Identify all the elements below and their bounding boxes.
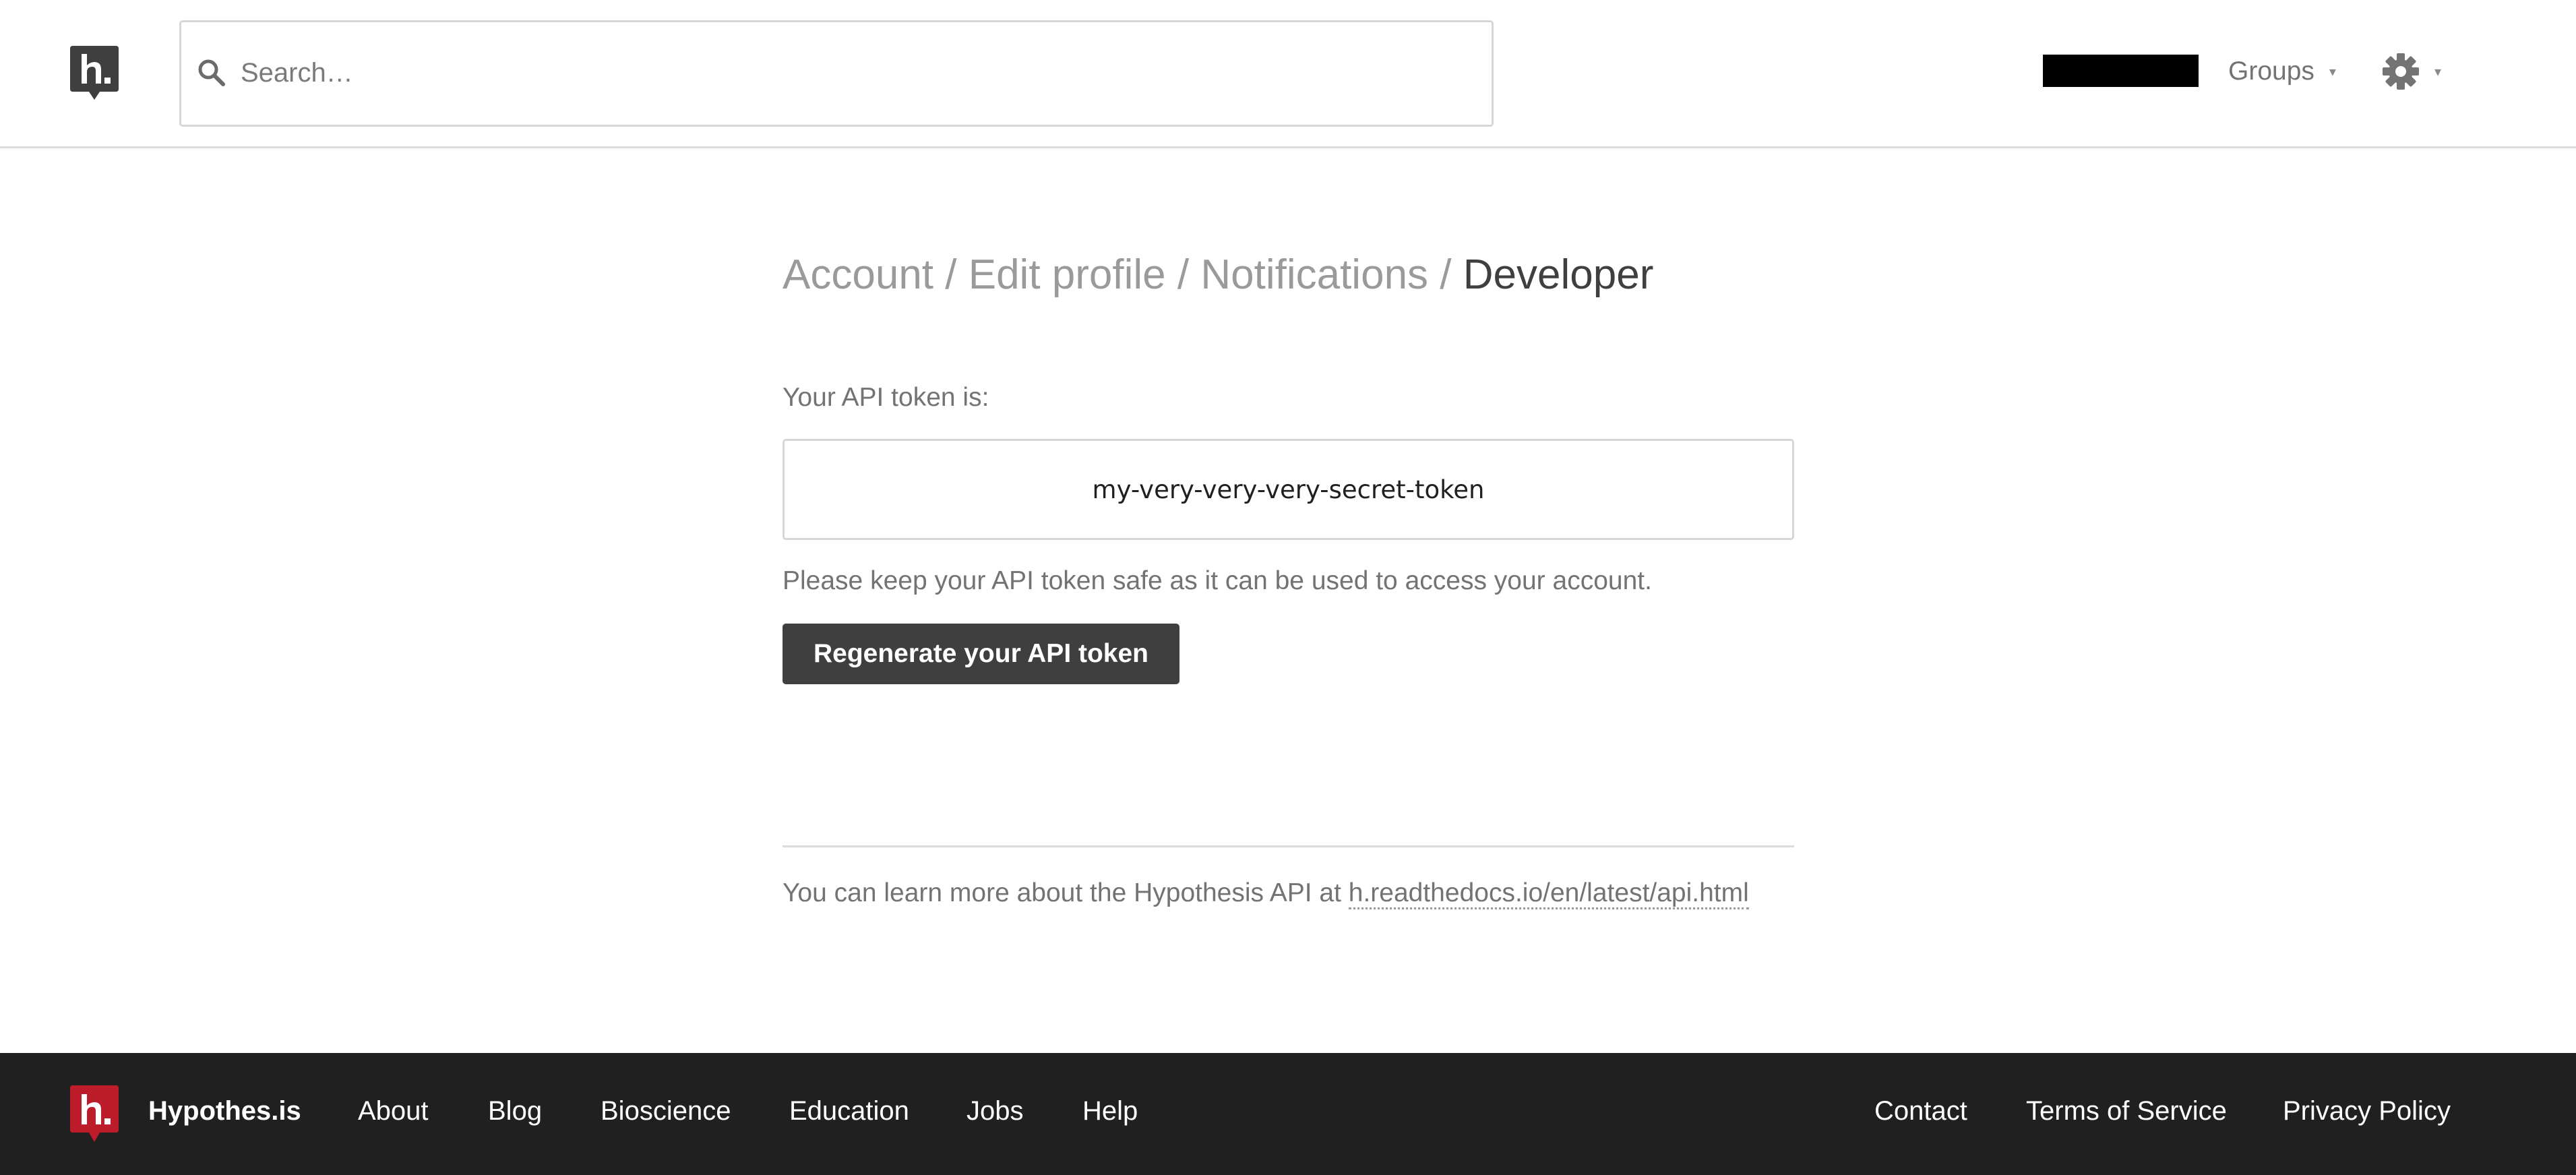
footer-link-help[interactable]: Help: [1082, 1096, 1138, 1126]
footer-link-education[interactable]: Education: [789, 1096, 909, 1126]
api-token-warning: Please keep your API token safe as it ca…: [783, 566, 1652, 595]
search-icon: [198, 59, 225, 86]
footer-link-contact[interactable]: Contact: [1874, 1096, 1967, 1126]
api-docs-link[interactable]: h.readthedocs.io/en/latest/api.html: [1348, 878, 1749, 909]
breadcrumb-notifications[interactable]: Notifications: [1200, 251, 1428, 298]
footer-link-privacy[interactable]: Privacy Policy: [2283, 1096, 2451, 1126]
footer-link-jobs[interactable]: Jobs: [967, 1096, 1024, 1126]
hypothesis-logo-icon[interactable]: [70, 46, 119, 101]
groups-dropdown[interactable]: Groups ▾: [2228, 53, 2336, 90]
breadcrumb-developer: Developer: [1463, 251, 1654, 298]
chevron-down-icon: ▾: [2329, 64, 2336, 80]
hypothesis-logo-red-icon[interactable]: [70, 1085, 119, 1143]
section-divider: [783, 845, 1794, 847]
footer-link-about[interactable]: About: [358, 1096, 429, 1126]
api-docs-prefix: You can learn more about the Hypothesis …: [783, 878, 1349, 907]
breadcrumb-account[interactable]: Account: [783, 251, 933, 298]
footer: Hypothes.is About Blog Bioscience Educat…: [0, 1053, 2576, 1175]
gear-icon: [2383, 53, 2419, 90]
breadcrumb-edit-profile[interactable]: Edit profile: [969, 251, 1166, 298]
api-token-value[interactable]: my-very-very-very-secret-token: [1093, 475, 1485, 504]
breadcrumb-separator: /: [945, 251, 969, 298]
chevron-down-icon: ▾: [2434, 64, 2442, 80]
user-menu-redacted[interactable]: [2043, 55, 2199, 87]
breadcrumb: Account / Edit profile / Notifications /…: [783, 251, 1653, 299]
regenerate-token-button[interactable]: Regenerate your API token: [783, 624, 1179, 684]
footer-link-terms[interactable]: Terms of Service: [2026, 1096, 2227, 1126]
footer-link-blog[interactable]: Blog: [488, 1096, 542, 1126]
search-input[interactable]: [241, 48, 1467, 98]
api-token-field[interactable]: my-very-very-very-secret-token: [783, 439, 1794, 540]
settings-dropdown[interactable]: ▾: [2382, 51, 2441, 92]
groups-label: Groups: [2228, 57, 2314, 86]
breadcrumb-separator: /: [1177, 251, 1201, 298]
search-box: [179, 20, 1494, 127]
api-token-label: Your API token is:: [783, 383, 989, 412]
api-docs-note: You can learn more about the Hypothesis …: [783, 878, 1749, 909]
breadcrumb-separator: /: [1440, 251, 1463, 298]
footer-link-bioscience[interactable]: Bioscience: [601, 1096, 731, 1126]
footer-brand[interactable]: Hypothes.is: [148, 1096, 301, 1126]
top-bar: Groups ▾ ▾: [0, 0, 2576, 148]
